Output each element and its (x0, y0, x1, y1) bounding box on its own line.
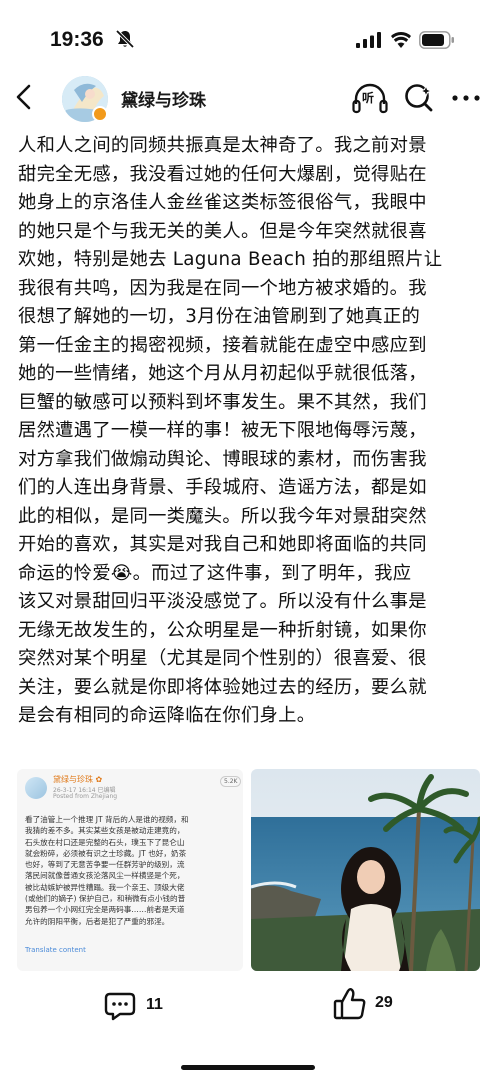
screenshot-text-line: (或他们的嫡子) 保护自己，和稍微有点小钱的普 (25, 894, 186, 904)
search-icon[interactable] (403, 82, 435, 114)
post-image-screenshot[interactable]: 黛绿与珍珠 ✿ 26-3-17 16:14 已编辑 Posted from Zh… (17, 769, 243, 971)
post-image-photo[interactable] (251, 769, 480, 971)
thumbs-up-icon (333, 988, 366, 1020)
post-text-line: 关注，要么就是你即将体验她过去的经历，要么就 (18, 676, 427, 698)
listen-button[interactable]: 听 (352, 82, 388, 116)
post-text-line: 人和人之间的同频共振真是太神奇了。我之前对景 (18, 135, 427, 156)
screenshot-location: Posted from Zhejiang (53, 793, 118, 800)
screenshot-text-line: 我猜的差不多。其实某些女孩是被动走建竟的， (25, 826, 185, 836)
signal-icon (356, 32, 381, 48)
post-text-line: 该又对景甜回归平淡没感觉了。所以没有什么事是 (18, 591, 427, 612)
post-text-line: 此的相似，是同一类魔头。所以我今年对景甜突然 (18, 505, 427, 527)
post-text-line: 居然遭遇了一模一样的事！被无下限地侮辱污蔑， (18, 420, 427, 441)
like-button[interactable]: 29 (333, 985, 413, 1025)
screenshot-text-line: 落民间就像普通女孩沦落风尘一样横竖是个死， (25, 871, 185, 881)
post-text-line: 她的一些情绪，她这个月从月初起似乎就很低落， (18, 363, 427, 384)
post-text-line: 开始的喜欢，其实是对我自己和她即将面临的共同 (18, 534, 427, 555)
comment-button[interactable]: 11 (104, 987, 174, 1027)
post-text-line: 命运的怜爱😭。而过了这件事，到了明年，我应 (18, 562, 412, 584)
post-text-line: 巨蟹的敏感可以预料到坏事发生。果不其然，我们 (18, 391, 427, 413)
post-text-line: 欢她，特别是她去 Laguna Beach 拍的那组照片让 (18, 249, 443, 270)
nav-bar: 黛绿与珍珠 听 (0, 70, 497, 126)
screenshot-count-badge: 5.2K (220, 776, 242, 787)
post-text-line: 们的人连出身背景、手段城府、造谣方法，都是如 (18, 477, 427, 498)
post-text-line: 她身上的京洛佳人金丝雀这类标签很俗气，我眼中 (18, 192, 427, 213)
screenshot-text-line: 被比劫嫉妒被异性糟蹋。我一个亲王、顶级大佬 (25, 882, 185, 892)
screenshot-body: 看了油管上一个推理 JT 背后的人是谁的视频，和 我猜的差不多。其实某些女孩是被动… (25, 814, 237, 927)
like-count: 29 (375, 994, 393, 1011)
post-text-line: 是会有相同的命运降临在你们身上。 (18, 705, 316, 726)
back-button[interactable] (10, 82, 40, 112)
home-indicator (181, 1065, 315, 1070)
bell-off-icon (115, 29, 135, 49)
screenshot-text-line: 石头放在村口还是完整的石头，璞玉下了昆仑山 (25, 837, 185, 847)
post-text-line: 对方拿我们做煽动舆论、博眼球的素材，而伤害我 (18, 448, 427, 470)
listen-label: 听 (362, 91, 375, 105)
post-text-line: 突然对某个明星（尤其是同个性别的）很喜爱、很 (18, 648, 427, 669)
post-text-line: 的她只是个与我无关的美人。但是今年突然就很喜 (18, 220, 427, 242)
battery-icon (419, 31, 454, 49)
post-text-line: 第一任金主的揭密视频，接着就能在虚空中感应到 (18, 334, 427, 356)
post-text-line: 无缘无故发生的，公众明星是一种折射镜，如果你 (18, 619, 427, 641)
screenshot-text-line: 看了油管上一个推理 JT 背后的人是谁的视频，和 (25, 815, 189, 824)
post-body: 人和人之间的同频共振真是太神奇了。我之前对景 甜完全无感，我没看过她的任何大爆剧，… (18, 132, 484, 731)
bottom-action-bar: 11 29 (0, 985, 497, 1080)
translate-link: Translate content (25, 946, 86, 954)
post-text-line: 我很有共鸣，因为我是在同一个地方被求婚的。我 (18, 277, 427, 299)
screenshot-text-line: 也好，等到了无意苦争要一任群芳驴的级别，流 (25, 860, 185, 870)
screenshot-avatar (25, 777, 47, 799)
comment-count: 11 (146, 996, 163, 1013)
status-bar: 19:36 (0, 0, 497, 70)
status-time: 19:36 (50, 28, 104, 51)
verified-badge-icon (92, 106, 108, 122)
username[interactable]: 黛绿与珍珠 (121, 86, 206, 111)
post-text-line: 甜完全无感，我没看过她的任何大爆剧，觉得贴在 (18, 163, 427, 185)
comment-icon (104, 992, 136, 1021)
avatar[interactable] (62, 76, 108, 122)
more-icon[interactable] (450, 88, 482, 108)
screenshot-text-line: 允许的阴阳平衡，后者是犯了严重的邪淫。 (25, 916, 170, 926)
wifi-icon (391, 32, 411, 48)
beach-portrait-photo (251, 769, 480, 971)
screenshot-username: 黛绿与珍珠 ✿ (53, 775, 103, 784)
screenshot-text-line: 就会粉碎，必须被有识之士珍藏。JT 也好，奶茶 (25, 848, 187, 858)
screenshot-text-line: 男包养一个小网红完全是两码事……前者是天道 (25, 905, 185, 915)
post-text-line: 很想了解她的一切，3月份在油管刷到了她真正的 (18, 306, 421, 327)
